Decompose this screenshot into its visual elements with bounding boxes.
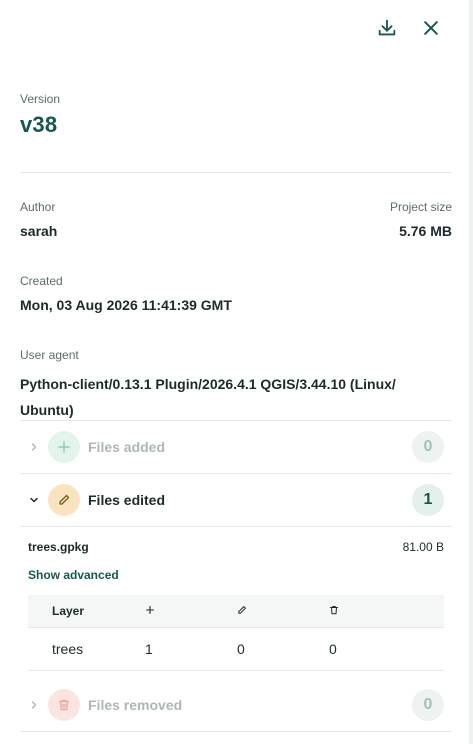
created-label: Created xyxy=(20,274,63,288)
count-badge: 0 xyxy=(412,689,444,721)
chevron-right-icon[interactable] xyxy=(20,700,48,710)
section-label: Files added xyxy=(88,439,166,455)
author-value: sarah xyxy=(20,223,58,239)
table-row: trees 1 0 0 xyxy=(28,627,444,671)
changes-table: Layer trees 1 0 0 xyxy=(28,595,444,671)
trash-icon xyxy=(48,689,80,721)
section-files-added[interactable]: Files added 0 xyxy=(20,421,452,474)
file-size: 81.00 B xyxy=(402,540,444,554)
count-badge: 1 xyxy=(412,484,444,516)
cell-edited: 0 xyxy=(237,627,329,671)
header-removed xyxy=(329,595,444,628)
created-value: Mon, 03 Aug 2026 11:41:39 GMT xyxy=(20,297,232,313)
file-row: trees.gpkg 81.00 B xyxy=(28,540,444,554)
plus-icon xyxy=(145,604,155,618)
header-added xyxy=(145,595,237,628)
cell-removed: 0 xyxy=(329,627,444,671)
chevron-down-icon[interactable] xyxy=(20,495,48,505)
top-actions xyxy=(375,16,443,40)
version-value: v38 xyxy=(20,112,58,137)
project-size-value: 5.76 MB xyxy=(399,223,452,239)
scrollbar-track[interactable] xyxy=(469,0,473,744)
show-advanced-link[interactable]: Show advanced xyxy=(28,568,119,582)
project-size-label: Project size xyxy=(389,200,452,214)
table-header-row: Layer xyxy=(28,595,444,628)
header-edited xyxy=(237,595,329,628)
close-icon[interactable] xyxy=(419,16,443,40)
download-icon[interactable] xyxy=(375,16,399,40)
created-block: Created Mon, 03 Aug 2026 11:41:39 GMT xyxy=(20,274,232,313)
section-files-removed[interactable]: Files removed 0 xyxy=(20,679,452,732)
section-files-edited[interactable]: Files edited 1 xyxy=(20,474,452,527)
section-label: Files edited xyxy=(88,492,166,508)
chevron-right-icon[interactable] xyxy=(20,442,48,452)
cell-added: 1 xyxy=(145,627,237,671)
version-block: Version v38 xyxy=(20,92,60,138)
project-size-block: Project size 5.76 MB xyxy=(390,200,452,239)
user-agent-value: Python-client/0.13.1 Plugin/2026.4.1 QGI… xyxy=(20,376,396,418)
divider xyxy=(20,172,452,173)
pencil-icon xyxy=(48,484,80,516)
pencil-icon xyxy=(237,604,247,618)
count-badge: 0 xyxy=(412,431,444,463)
user-agent-label: User agent xyxy=(20,348,79,362)
section-label: Files removed xyxy=(88,697,183,713)
plus-icon xyxy=(48,431,80,463)
author-block: Author sarah xyxy=(20,200,57,239)
header-layer: Layer xyxy=(28,595,145,628)
file-name: trees.gpkg xyxy=(28,540,89,554)
version-label: Version xyxy=(20,92,61,106)
trash-icon xyxy=(329,604,339,618)
user-agent-block: User agent Python-client/0.13.1 Plugin/2… xyxy=(20,348,440,423)
cell-layer: trees xyxy=(28,627,145,671)
author-label: Author xyxy=(20,200,56,214)
